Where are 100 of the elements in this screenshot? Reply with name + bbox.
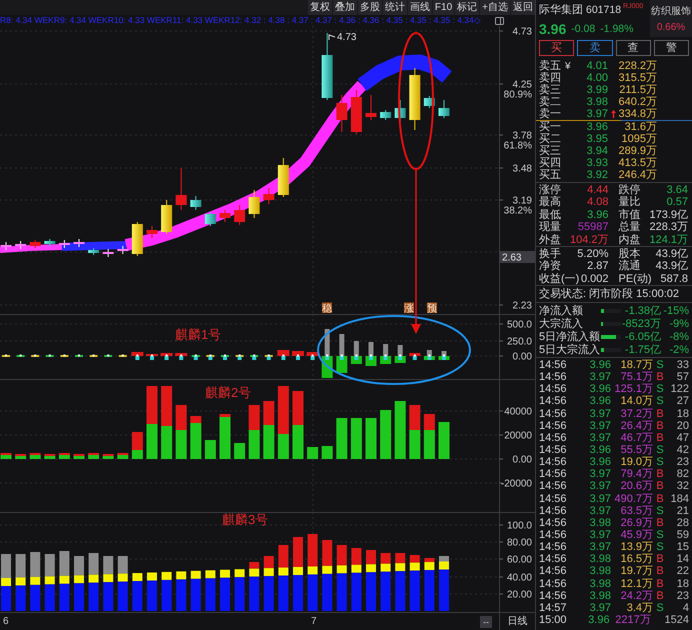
candle bbox=[366, 94, 376, 120]
trade-count: 18 bbox=[676, 578, 689, 590]
candle bbox=[44, 238, 56, 246]
indicator-bar bbox=[2, 354, 10, 357]
action-button[interactable]: 查 bbox=[616, 40, 651, 56]
indicator-title: 麒麟2号 bbox=[205, 385, 252, 400]
leader-line bbox=[328, 34, 336, 40]
indicator-bar bbox=[46, 354, 54, 357]
trade-volume: 3.4万 bbox=[626, 602, 653, 614]
trade-side: S bbox=[656, 359, 664, 372]
indicator-bar bbox=[131, 352, 144, 360]
trade-price: 3.97 bbox=[588, 602, 611, 614]
window-icon[interactable] bbox=[495, 16, 504, 24]
trade-price: 3.98 bbox=[588, 553, 611, 566]
stacked-bar bbox=[307, 447, 318, 459]
stacked-bar bbox=[88, 453, 100, 459]
stat-value: 4.44 bbox=[587, 184, 608, 196]
trade-side: B bbox=[656, 516, 664, 529]
indicator-bar bbox=[322, 329, 333, 378]
stat-value: 55987 bbox=[578, 221, 608, 234]
toolbar-button[interactable]: 复权 bbox=[308, 0, 332, 15]
trade-volume: 19.7万 bbox=[620, 565, 653, 578]
stat-value: 124.1万 bbox=[649, 234, 688, 246]
level-volume: 413.5万 bbox=[618, 157, 657, 169]
level-volume: 246.4万 bbox=[618, 169, 657, 181]
trade-price: 3.96 bbox=[587, 614, 610, 626]
stacked-bar bbox=[102, 454, 114, 459]
stock-code: 601718 bbox=[586, 3, 622, 17]
indicator-bar bbox=[206, 354, 214, 360]
stacked-bar bbox=[264, 556, 274, 611]
toolbar-button[interactable]: 叠加 bbox=[332, 0, 357, 15]
axis-label: 60.00 bbox=[506, 554, 532, 566]
stacked-bar bbox=[220, 570, 230, 611]
signal-tag: 稳 bbox=[322, 302, 332, 314]
toolbar-button[interactable]: 标记 bbox=[455, 0, 480, 15]
trade-time: 14:56 bbox=[539, 371, 568, 384]
toolbar-button[interactable]: 多股 bbox=[358, 0, 382, 15]
stacked-bar bbox=[118, 556, 128, 611]
stacked-bar bbox=[234, 443, 246, 459]
trade-volume: 13.9万 bbox=[620, 541, 653, 554]
toolbar-button[interactable]: F10 bbox=[432, 0, 454, 15]
candle bbox=[322, 32, 333, 100]
indicator-title: 麒麟3号 bbox=[222, 513, 268, 527]
toolbar-button[interactable]: 统计 bbox=[382, 0, 407, 15]
candle bbox=[263, 188, 274, 204]
candle bbox=[190, 196, 202, 210]
candle bbox=[409, 68, 420, 130]
trade-volume: 55.5万 bbox=[620, 444, 653, 456]
trade-time: 14:56 bbox=[539, 456, 568, 468]
trade-volume: 63.5万 bbox=[620, 504, 653, 517]
trade-side: B bbox=[656, 432, 664, 444]
trade-count: 14 bbox=[676, 553, 689, 566]
period-button[interactable]: 日线 bbox=[508, 616, 528, 628]
flow-value: -1.38亿 bbox=[624, 304, 661, 316]
flow-label: 大宗流入 bbox=[539, 318, 584, 330]
indicator-bar bbox=[424, 350, 435, 360]
sector-card[interactable]: 纺织服饰 0.66% bbox=[650, 0, 692, 37]
stat-label: 外盘 bbox=[539, 234, 561, 246]
action-button[interactable]: 买 bbox=[539, 40, 574, 56]
level-volume: 334.8万 bbox=[618, 108, 657, 120]
stacked-bar bbox=[30, 552, 40, 611]
action-button[interactable]: 卖 bbox=[577, 40, 612, 56]
axis-label: 4.73 bbox=[512, 26, 532, 38]
trade-volume: 24.2万 bbox=[620, 590, 653, 602]
toolbar-button[interactable]: 返回 bbox=[511, 0, 535, 15]
trade-price: 3.97 bbox=[588, 371, 611, 384]
indicator-bar bbox=[160, 353, 173, 360]
trade-volume: 20.6万 bbox=[620, 480, 653, 492]
date-label: 6 bbox=[3, 616, 9, 628]
action-button[interactable]: 警 bbox=[654, 40, 689, 56]
level-label: 买三 bbox=[539, 145, 562, 157]
stat-label: 净资 bbox=[539, 260, 561, 273]
trade-volume: 37.2万 bbox=[620, 408, 653, 420]
candle bbox=[161, 200, 172, 234]
scroll-button[interactable]: -- bbox=[480, 616, 492, 628]
candle bbox=[30, 240, 41, 248]
level-volume: 31.6万 bbox=[624, 121, 657, 133]
stacked-bar bbox=[380, 553, 391, 611]
stat-label: 现量 bbox=[539, 221, 561, 234]
trade-price: 3.98 bbox=[588, 578, 611, 590]
stacked-bar bbox=[204, 440, 216, 459]
stat-value: 104.2万 bbox=[570, 234, 608, 246]
level-price: 3.93 bbox=[586, 157, 608, 169]
trade-time: 14:56 bbox=[539, 444, 568, 456]
indicator-bar bbox=[236, 354, 244, 360]
stacked-bar bbox=[336, 418, 348, 459]
candle bbox=[0, 242, 12, 250]
stacked-bar bbox=[117, 453, 128, 459]
toolbar-button[interactable]: 画线 bbox=[408, 0, 432, 15]
toolbar-button[interactable]: +自选 bbox=[480, 0, 510, 15]
stat-label: 涨停 bbox=[539, 184, 561, 196]
trade-time: 14:56 bbox=[539, 408, 568, 420]
trade-side: S bbox=[656, 395, 664, 408]
flow-label: 5日净流入额 bbox=[539, 330, 601, 342]
trade-price: 3.96 bbox=[588, 395, 611, 408]
trade-count: 27 bbox=[676, 395, 689, 408]
level-volume: 640.2万 bbox=[618, 96, 657, 108]
trade-side: S bbox=[656, 383, 664, 396]
stacked-bar bbox=[439, 556, 449, 611]
stacked-bar bbox=[132, 573, 142, 611]
